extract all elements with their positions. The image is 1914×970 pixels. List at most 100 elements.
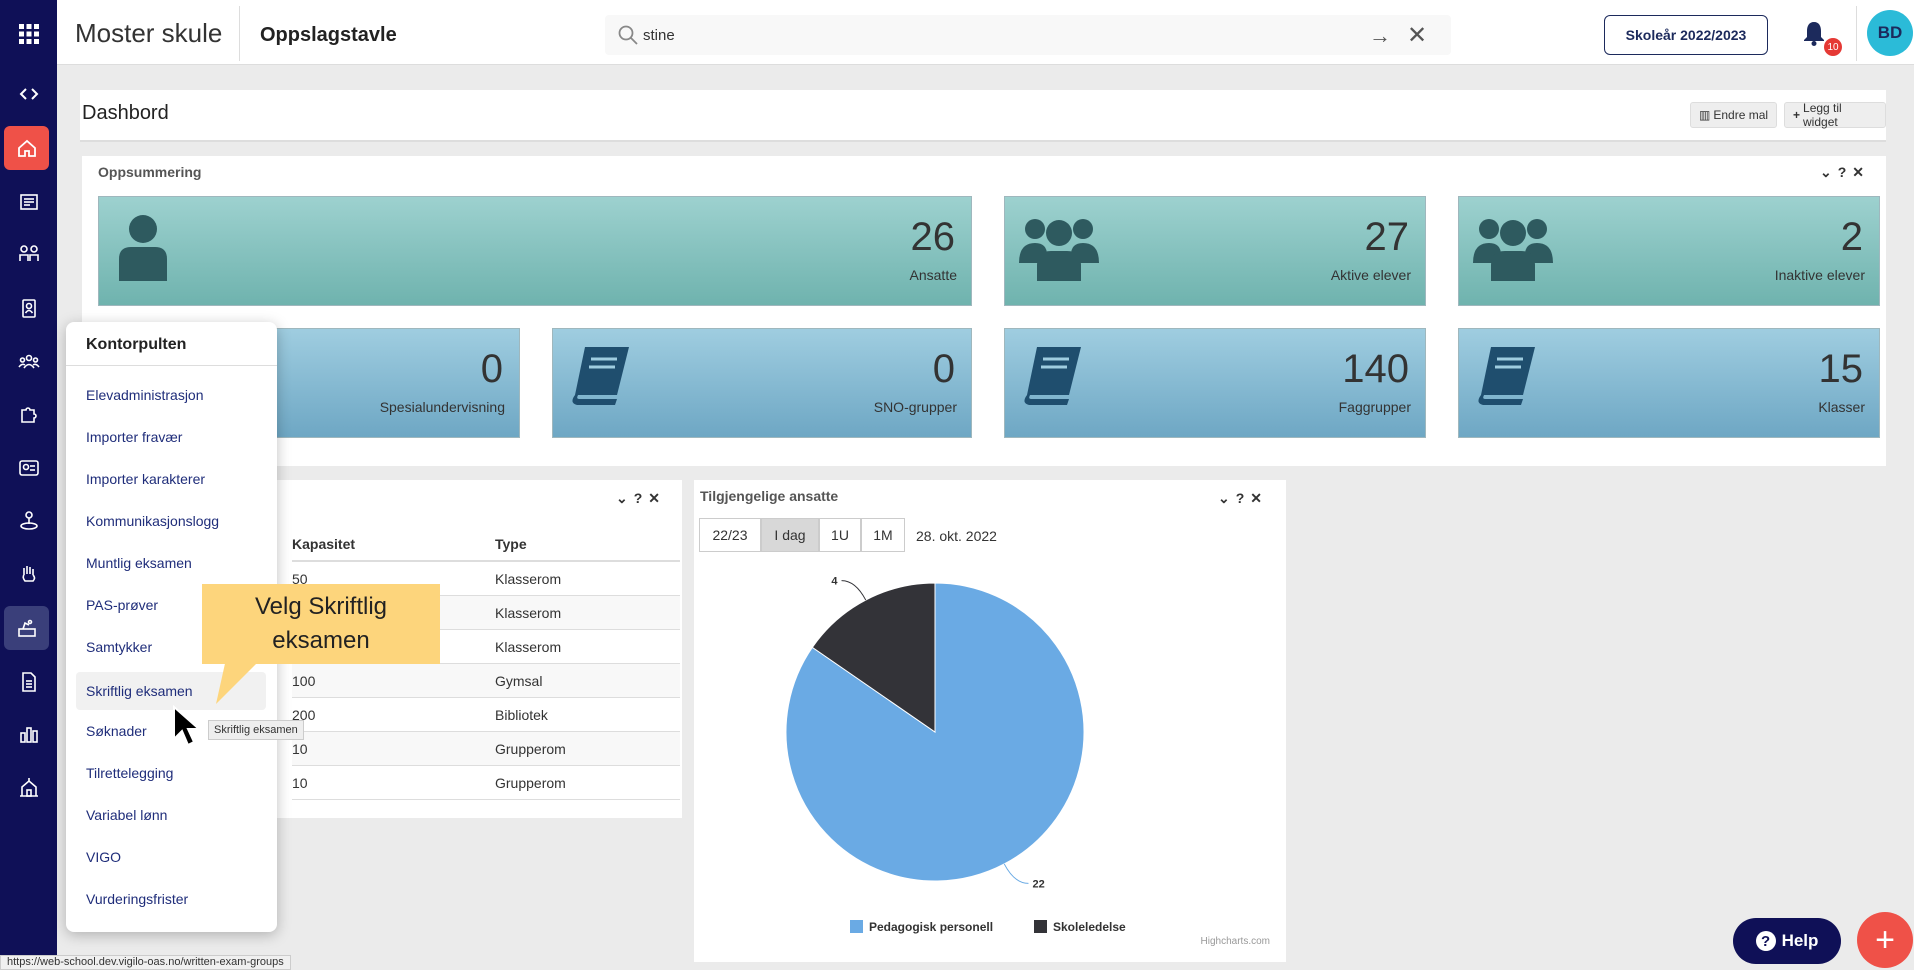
students-icon[interactable] xyxy=(4,232,53,276)
tile-ansatte[interactable]: 26 Ansatte xyxy=(98,196,972,306)
tile-value: 26 xyxy=(910,215,956,259)
tile-inaktive-elever[interactable]: 2 Inaktive elever xyxy=(1458,196,1880,306)
table-row[interactable]: 10 Grupperom xyxy=(292,765,680,800)
search-input[interactable] xyxy=(643,23,1293,47)
tile-value: 0 xyxy=(932,347,955,391)
tile-value: 2 xyxy=(1840,215,1863,259)
edit-template-button[interactable]: ▥ Endre mal xyxy=(1690,102,1778,128)
desk-icon[interactable] xyxy=(4,606,49,650)
pie-label-connector xyxy=(841,580,867,601)
tile-label: Spesialundervisning xyxy=(379,399,505,415)
collapse-chevron-icon[interactable]: ⌄ xyxy=(616,490,634,506)
menu-item-vigo[interactable]: VIGO xyxy=(86,849,121,865)
legend-item[interactable]: Pedagogisk personell xyxy=(850,920,993,934)
help-question-icon[interactable]: ? xyxy=(634,490,649,506)
callout-pointer xyxy=(216,650,270,704)
close-icon[interactable]: ✕ xyxy=(1852,164,1870,180)
notification-badge: 10 xyxy=(1824,38,1842,56)
menu-item-vurderingsfrister[interactable]: Vurderingsfrister xyxy=(86,891,188,907)
collapse-chevron-icon[interactable]: ⌄ xyxy=(1820,164,1838,180)
table-header-row: Kapasitet Type xyxy=(292,528,680,562)
tile-faggrupper[interactable]: 140 Faggrupper xyxy=(1004,328,1426,438)
add-fab-button[interactable]: + xyxy=(1857,912,1913,968)
tile-label: Ansatte xyxy=(909,267,957,283)
home-icon[interactable] xyxy=(4,126,49,170)
badge-icon[interactable] xyxy=(4,286,53,330)
document-icon[interactable] xyxy=(4,660,53,704)
person-pin-icon[interactable] xyxy=(4,498,53,542)
tile-aktive-elever[interactable]: 27 Aktive elever xyxy=(1004,196,1426,306)
tile-label: Aktive elever xyxy=(1330,267,1411,283)
dashboard-header: Dashbord ▥ Endre mal + Legg til widget xyxy=(80,90,1886,142)
column-header[interactable]: Type xyxy=(495,528,680,562)
menu-item-importer-fravaer[interactable]: Importer fravær xyxy=(86,429,182,445)
top-bar: Moster skule Oppslagstavle → ✕ Skoleår 2… xyxy=(57,0,1914,65)
puzzle-icon[interactable] xyxy=(4,392,53,436)
search-icon xyxy=(618,25,638,45)
sidebar xyxy=(0,0,57,970)
help-button[interactable]: ? Help xyxy=(1733,918,1841,964)
menu-item-tilrettelegging[interactable]: Tilrettelegging xyxy=(86,765,173,781)
table-cell: 200 xyxy=(292,697,495,732)
legend-item[interactable]: Skoleledelse xyxy=(1034,920,1126,934)
tile-klasser[interactable]: 15 Klasser xyxy=(1458,328,1880,438)
book-icon xyxy=(1024,347,1081,405)
exam-card-icon[interactable] xyxy=(4,446,53,490)
search-clear-icon[interactable]: ✕ xyxy=(1407,21,1427,50)
help-question-icon[interactable]: ? xyxy=(1838,164,1853,180)
tooltip: Skriftlig eksamen xyxy=(208,720,304,740)
school-year-button[interactable]: Skoleår 2022/2023 xyxy=(1604,15,1768,55)
menu-item-importer-karakterer[interactable]: Importer karakterer xyxy=(86,471,205,487)
widget-controls: ⌄?✕ xyxy=(1820,164,1870,181)
edit-template-label: Endre mal xyxy=(1713,108,1769,122)
pie-chart: 22 4 Pedagogisk personell Skoleledelse xyxy=(785,576,1126,934)
bell-icon[interactable] xyxy=(1802,20,1826,46)
legend-swatch xyxy=(1034,920,1047,933)
menu-item-muntlig-eksamen[interactable]: Muntlig eksamen xyxy=(86,555,192,571)
table-cell: 10 xyxy=(292,731,495,766)
book-icon xyxy=(572,347,629,405)
table-row[interactable]: 10 Grupperom xyxy=(292,731,680,766)
chart-credits[interactable]: Highcharts.com xyxy=(1201,936,1270,947)
person-icon xyxy=(119,215,167,281)
page-title: Dashbord xyxy=(82,102,169,124)
callout-line: Velg Skriftlig xyxy=(254,593,388,620)
search-submit-arrow-icon[interactable]: → xyxy=(1369,23,1391,49)
column-header[interactable]: Kapasitet xyxy=(292,528,495,562)
add-widget-label: Legg til widget xyxy=(1803,101,1842,129)
tile-label: SNO-grupper xyxy=(873,399,957,415)
table-row[interactable]: 200 Bibliotek xyxy=(292,697,680,732)
tile-label: Faggrupper xyxy=(1338,399,1411,415)
page-breadcrumb: Oppslagstavle xyxy=(260,24,397,46)
menu-item-samtykker[interactable]: Samtykker xyxy=(86,639,152,655)
news-icon[interactable] xyxy=(4,180,53,224)
legend-label: Skoleledelse xyxy=(1053,920,1126,934)
menu-item-kommunikasjonslogg[interactable]: Kommunikasjonslogg xyxy=(86,513,219,529)
add-widget-button[interactable]: + Legg til widget xyxy=(1784,101,1886,129)
brand-name[interactable]: Moster skule xyxy=(75,18,222,49)
menu-item-variabel-lonn[interactable]: Variabel lønn xyxy=(86,807,167,823)
widget-controls: ⌄?✕ xyxy=(616,490,666,507)
groups-icon[interactable] xyxy=(4,340,53,384)
bar-chart-icon[interactable] xyxy=(4,712,53,756)
legend-swatch xyxy=(850,920,863,933)
menu-item-elevadministrasjon[interactable]: Elevadministrasjon xyxy=(86,387,204,403)
user-avatar[interactable]: BD xyxy=(1867,10,1913,56)
pie-data-label: 4 xyxy=(831,576,838,588)
menu-item-soknader[interactable]: Søknader xyxy=(86,723,147,739)
mouse-cursor-icon xyxy=(173,705,202,747)
hand-icon[interactable] xyxy=(4,552,53,596)
table-row[interactable]: 100 Gymsal xyxy=(292,663,680,698)
tile-value: 0 xyxy=(480,347,503,391)
table-cell: Grupperom xyxy=(495,765,680,800)
rooms-table: Kapasitet Type 50 Klasserom Klasserom Kla… xyxy=(292,528,680,800)
school-icon[interactable] xyxy=(4,766,53,810)
tile-label: Inaktive elever xyxy=(1774,267,1865,283)
table-cell: Klasserom xyxy=(495,595,680,630)
divider xyxy=(1856,6,1857,61)
tile-sno-grupper[interactable]: 0 SNO-grupper xyxy=(552,328,972,438)
close-icon[interactable]: ✕ xyxy=(648,490,666,506)
menu-item-pas-prover[interactable]: PAS-prøver xyxy=(86,597,158,613)
apps-grid-icon[interactable] xyxy=(4,12,53,56)
code-toggle-icon[interactable] xyxy=(4,72,53,116)
